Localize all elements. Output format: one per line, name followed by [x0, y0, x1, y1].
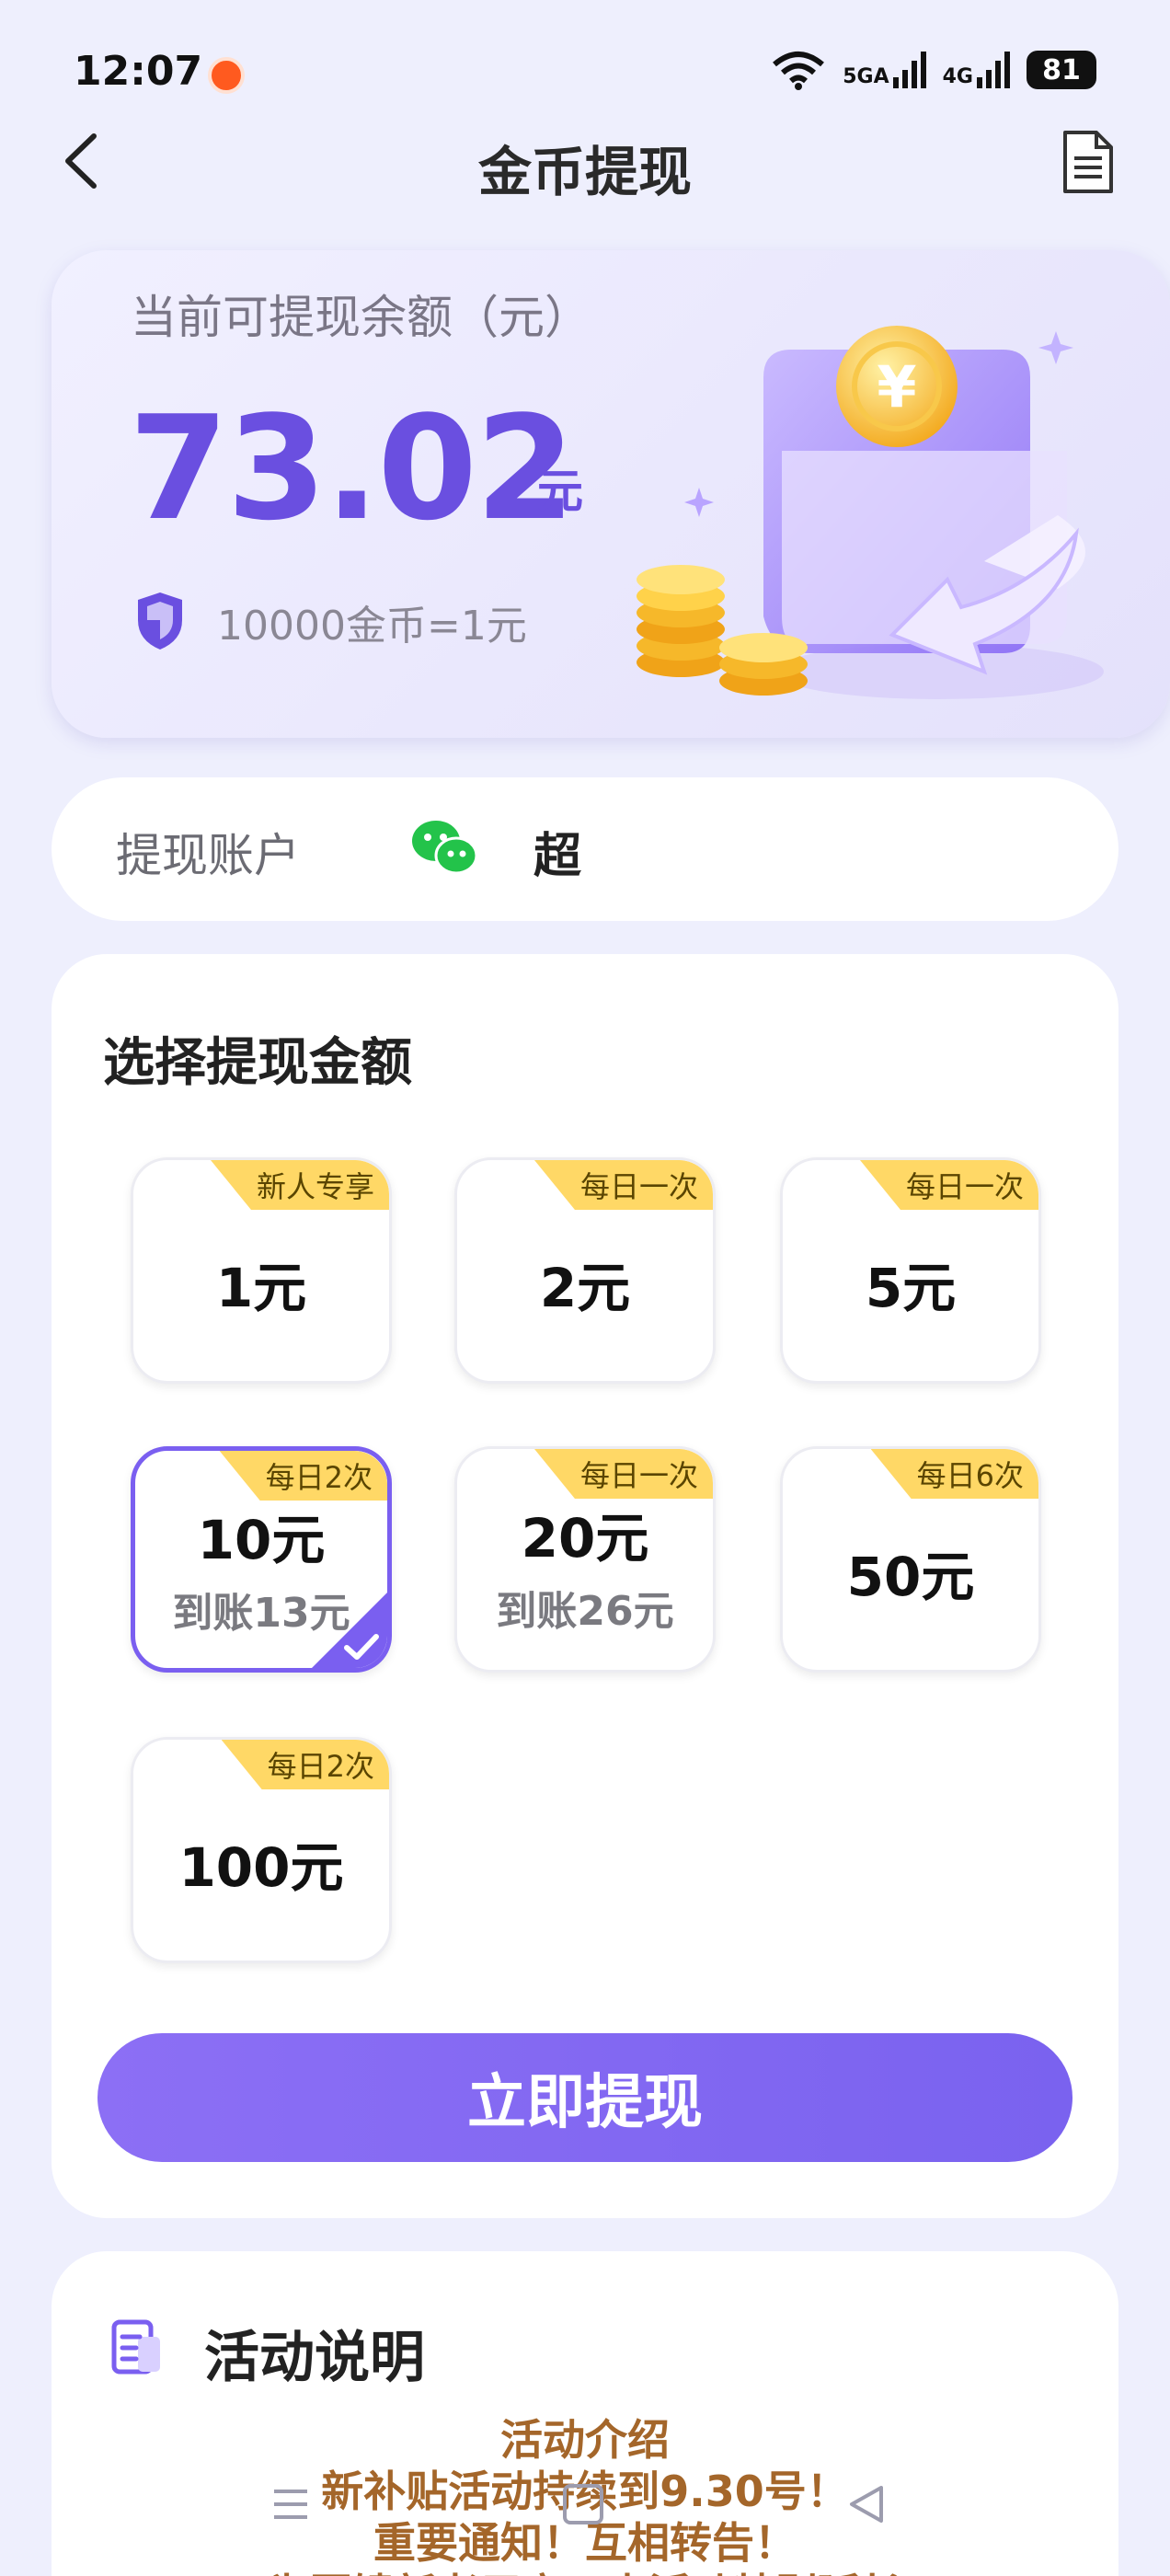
option-amount: 100元	[178, 1836, 344, 1899]
amount-option-2[interactable]: 每日一次 2元	[454, 1157, 716, 1384]
signal-bars-icon	[892, 52, 926, 88]
option-amount: 50元	[846, 1546, 975, 1608]
signal-4g-label: 4G	[942, 65, 973, 88]
page-title: 金币提现	[477, 141, 692, 203]
exchange-rate: 10000金币=1元	[217, 603, 527, 650]
amount-option-5[interactable]: 每日一次 5元	[780, 1157, 1041, 1384]
status-icons: 5GA 4G 81	[771, 50, 1096, 90]
signal-5ga-label: 5GA	[843, 65, 889, 88]
wechat-icon	[412, 821, 478, 875]
document-list-icon	[111, 2319, 160, 2375]
option-amount: 10元	[197, 1509, 326, 1571]
battery-indicator: 81	[1027, 51, 1096, 89]
activity-title: 活动说明	[204, 2326, 425, 2390]
amount-option-10[interactable]: 每日2次 10元 到账13元	[131, 1446, 392, 1673]
document-icon[interactable]	[1060, 129, 1115, 195]
svg-text:¥: ¥	[877, 353, 916, 420]
signal-bars-icon	[977, 52, 1010, 88]
option-badge: 每日一次	[533, 1449, 713, 1499]
amount-option-20[interactable]: 每日一次 20元 到账26元	[454, 1446, 716, 1673]
amount-option-1[interactable]: 新人专享 1元	[131, 1157, 392, 1384]
nav-home-icon[interactable]	[563, 2484, 603, 2524]
option-badge: 每日2次	[219, 1451, 387, 1501]
option-arrival-amount: 到账13元	[172, 1590, 350, 1637]
option-amount: 2元	[539, 1257, 631, 1319]
nav-back-icon[interactable]	[846, 2482, 887, 2526]
amount-section-title: 选择提现金额	[103, 1033, 412, 1093]
option-badge: 每日2次	[221, 1740, 389, 1789]
activity-line: 为回馈新老用户，本活动特别延长	[0, 2561, 1170, 2576]
wifi-icon	[773, 52, 825, 90]
wallet-illustration: ¥	[637, 326, 1104, 699]
option-arrival-amount: 到账26元	[496, 1588, 674, 1635]
option-amount: 5元	[865, 1257, 957, 1319]
status-time: 12:07	[74, 48, 203, 95]
balance-label: 当前可提现余额（元）	[131, 291, 591, 344]
balance-unit: 元	[537, 465, 583, 518]
option-badge: 每日一次	[859, 1160, 1038, 1210]
amount-option-100[interactable]: 每日2次 100元	[131, 1737, 392, 1963]
signal-5ga: 5GA	[843, 52, 926, 88]
option-amount: 20元	[521, 1507, 649, 1570]
shield-icon	[138, 592, 182, 650]
account-name: 超	[533, 829, 582, 884]
amount-option-50[interactable]: 每日6次 50元	[780, 1446, 1041, 1673]
option-badge: 每日6次	[870, 1449, 1038, 1499]
account-label: 提现账户	[116, 829, 300, 882]
balance-amount: 73.02	[129, 385, 575, 552]
notification-icon	[208, 57, 245, 94]
option-badge: 每日一次	[533, 1160, 713, 1210]
withdraw-now-button[interactable]: 立即提现	[98, 2033, 1072, 2162]
option-amount: 1元	[215, 1257, 307, 1319]
nav-menu-icon[interactable]	[270, 2484, 311, 2524]
signal-4g: 4G	[943, 52, 1010, 88]
option-badge: 新人专享	[210, 1160, 389, 1210]
